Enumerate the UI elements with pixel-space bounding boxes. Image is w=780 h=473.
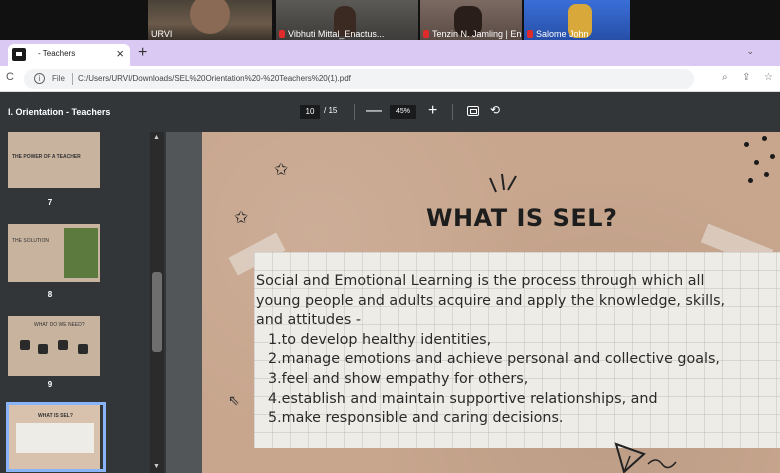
- thumbnail-selection: [6, 402, 106, 472]
- thumbnail-photo: [64, 228, 98, 278]
- star-icon[interactable]: ☆: [764, 72, 773, 83]
- thumbnail-graphic: [78, 344, 88, 354]
- paper-plane-icon: [614, 442, 677, 473]
- slide-title: WHAT IS SEL?: [426, 204, 618, 232]
- browser-tab[interactable]: - Teachers ×: [8, 44, 130, 66]
- paragraph-line: Social and Emotional Learning is the pro…: [256, 273, 705, 289]
- screen-share-icon: [12, 48, 26, 61]
- star-doodle-icon: ✩: [274, 160, 289, 179]
- participant-name: URVI: [151, 29, 173, 39]
- zoom-level-input[interactable]: 45%: [390, 105, 416, 119]
- tab-title: - Teachers: [38, 49, 76, 58]
- participant-tile-salome[interactable]: Salome John: [524, 0, 630, 40]
- sidebar-scrollbar[interactable]: ▲ ▼: [150, 132, 164, 473]
- address-bar: C i File C:/Users/URVI/Downloads/SEL%20O…: [0, 66, 780, 92]
- thumbnail-page-number: 9: [47, 380, 53, 389]
- participant-name: Salome John: [536, 29, 589, 39]
- list-item: 4.establish and maintain supportive rela…: [268, 390, 658, 407]
- participant-tile-urvi[interactable]: URVI: [148, 0, 272, 40]
- list-item: 3.feel and show empathy for others,: [268, 370, 529, 387]
- thumbnail-graphic: [38, 344, 48, 354]
- browser-tab-bar: - Teachers × + ⌄: [0, 40, 780, 66]
- page-number-input[interactable]: 10: [300, 105, 320, 119]
- screen: URVI Vibhuti Mittal_Enactus... Tenzin N.…: [0, 0, 780, 473]
- scroll-up-icon[interactable]: ▲: [153, 134, 160, 141]
- mic-muted-icon: [423, 30, 429, 38]
- zoom-out-button[interactable]: —: [366, 101, 382, 121]
- reload-button[interactable]: C: [6, 71, 14, 83]
- participant-name-wrap: Salome John: [527, 29, 589, 39]
- emphasis-lines-icon: [489, 173, 517, 193]
- participant-name-wrap: Tenzin N. Jamling | En...: [423, 29, 522, 39]
- new-tab-button[interactable]: +: [138, 43, 147, 63]
- scroll-down-icon[interactable]: ▼: [153, 463, 160, 470]
- thumbnail-title: THE POWER OF A TEACHER: [12, 154, 81, 160]
- fit-page-icon[interactable]: [467, 106, 479, 116]
- thumbnail-graphic: [58, 340, 68, 350]
- participant-name: Vibhuti Mittal_Enactus...: [288, 29, 385, 39]
- url-text[interactable]: C:/Users/URVI/Downloads/SEL%20Orientatio…: [78, 74, 351, 83]
- pdf-toolbar: l. Orientation - Teachers 10 / 15 — 45% …: [0, 92, 780, 132]
- card-text: Social and Emotional Learning is the pro…: [256, 272, 760, 429]
- tab-search-button[interactable]: ⌄: [746, 46, 754, 57]
- paragraph-line: young people and adults acquire and appl…: [256, 292, 726, 309]
- thumbnail-title: WHAT DO WE NEED?: [34, 322, 85, 328]
- thumbnail-sidebar: THE POWER OF A TEACHER 7 THE SOLUTION 8 …: [0, 132, 166, 473]
- mouse-cursor-icon: ⇖: [228, 392, 240, 408]
- list-item: 1.to develop healthy identities,: [268, 331, 492, 348]
- thumbnail-page-9[interactable]: WHAT DO WE NEED?: [8, 316, 100, 376]
- participant-tile-tenzin[interactable]: Tenzin N. Jamling | En...: [420, 0, 522, 40]
- slide-page: ✩ ✩ WHAT IS SEL? Social and Emotional Le…: [202, 132, 780, 473]
- video-call-strip: URVI Vibhuti Mittal_Enactus... Tenzin N.…: [0, 0, 780, 40]
- thumbnail-page-7[interactable]: THE POWER OF A TEACHER: [8, 132, 100, 188]
- participant-video: [190, 0, 230, 34]
- list-item: 2.manage emotions and achieve personal a…: [268, 351, 720, 368]
- toolbar-divider: [452, 104, 453, 120]
- thumbnail-page-number: 8: [47, 290, 53, 299]
- mic-muted-icon: [279, 30, 285, 38]
- thumbnail-page-number: 7: [47, 198, 53, 207]
- url-scheme: File: [52, 74, 65, 83]
- page-total: / 15: [324, 106, 338, 115]
- scrollbar-thumb[interactable]: [152, 272, 162, 352]
- thumbnail-graphic: [20, 340, 30, 350]
- url-divider: [72, 73, 73, 85]
- paragraph-line: and attitudes -: [256, 312, 362, 329]
- zoom-icon[interactable]: ⌕: [722, 72, 728, 83]
- participant-name-wrap: Vibhuti Mittal_Enactus...: [279, 29, 384, 39]
- list-item: 5.make responsible and caring decisions.: [268, 410, 564, 427]
- thumbnail-page-8[interactable]: THE SOLUTION: [8, 224, 100, 282]
- zoom-in-button[interactable]: +: [428, 101, 437, 121]
- mic-muted-icon: [527, 30, 533, 38]
- omnibox[interactable]: i File C:/Users/URVI/Downloads/SEL%20Ori…: [24, 69, 694, 89]
- tab-close-button[interactable]: ×: [116, 46, 124, 62]
- star-doodle-icon: ✩: [234, 208, 249, 227]
- rotate-icon[interactable]: ⟲: [490, 103, 500, 117]
- thumbnail-title: THE SOLUTION: [12, 238, 49, 244]
- pdf-viewport[interactable]: ✩ ✩ WHAT IS SEL? Social and Emotional Le…: [166, 132, 780, 473]
- share-icon[interactable]: ⇪: [742, 72, 750, 83]
- info-icon[interactable]: i: [34, 73, 45, 84]
- document-title: l. Orientation - Teachers: [8, 107, 111, 117]
- participant-name: Tenzin N. Jamling | En...: [432, 29, 522, 39]
- toolbar-divider: [354, 104, 355, 120]
- participant-tile-vibhuti[interactable]: Vibhuti Mittal_Enactus...: [276, 0, 418, 40]
